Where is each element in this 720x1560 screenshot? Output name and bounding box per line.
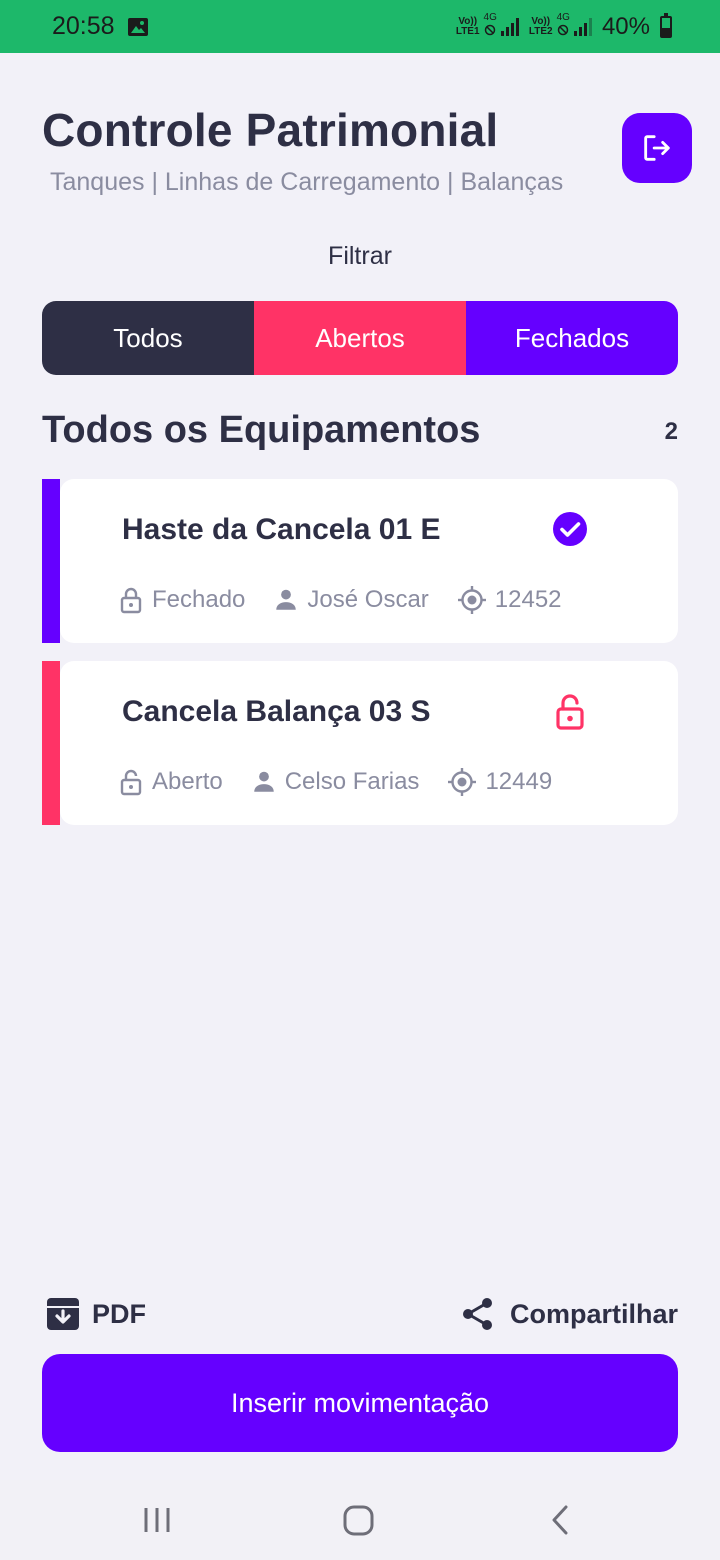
pdf-button[interactable]: PDF — [46, 1296, 146, 1332]
sim1-network-type: 4G — [483, 11, 497, 23]
sim2-indicator: Vo)) LTE2 4G — [528, 11, 592, 41]
filter-tab-fechados[interactable]: Fechados — [466, 301, 678, 375]
filter-bar: Todos Abertos Fechados — [42, 301, 678, 375]
person-icon — [276, 589, 297, 610]
meta-status: Fechado — [118, 586, 245, 614]
card-accent-bar — [42, 479, 60, 643]
equipment-name: Haste da Cancela 01 E — [122, 513, 441, 546]
equipment-code: 12452 — [494, 586, 562, 613]
equipment-card[interactable]: Cancela Balança 03 S Aberto Celso Farias… — [42, 661, 678, 825]
share-icon — [462, 1298, 492, 1330]
card-accent-bar — [42, 661, 60, 825]
pdf-label: PDF — [92, 1298, 146, 1329]
card-body: Cancela Balança 03 S Aberto Celso Farias… — [60, 661, 678, 825]
filter-label: Filtrar — [328, 242, 392, 270]
sim2-network-type: 4G — [556, 11, 570, 23]
status-left: 20:58 — [52, 12, 149, 41]
home-icon[interactable] — [342, 1504, 376, 1538]
battery-percent: 40% — [601, 12, 650, 40]
status-time: 20:58 — [52, 12, 115, 40]
status-bar: 20:58 Vo)) LTE1 4G Vo)) LTE2 4G 40% — [0, 0, 720, 53]
back-icon[interactable] — [548, 1504, 574, 1536]
recent-apps-icon[interactable] — [142, 1504, 172, 1536]
filter-tab-todos[interactable]: Todos — [42, 301, 254, 375]
logout-icon — [644, 135, 670, 161]
meta-status: Aberto — [118, 768, 223, 796]
equipment-user: José Oscar — [307, 586, 429, 613]
card-meta: Aberto Celso Farias 12449 — [118, 767, 580, 797]
insert-movement-button[interactable]: Inserir movimentação — [42, 1354, 678, 1452]
lock-icon — [120, 587, 142, 614]
person-icon — [253, 771, 274, 792]
logout-button[interactable] — [622, 113, 692, 183]
equipment-card[interactable]: Haste da Cancela 01 E Fechado José Oscar — [42, 479, 678, 643]
share-label: Compartilhar — [509, 1298, 678, 1329]
sim2-volte-label: Vo)) — [531, 15, 551, 27]
sim2-lte-label: LTE2 — [528, 25, 553, 37]
meta-user: Celso Farias — [251, 768, 420, 796]
location-target-icon — [457, 586, 486, 614]
sim1-volte-label: Vo)) — [458, 15, 478, 27]
sim1-signal-icon — [500, 17, 519, 36]
meta-user: José Oscar — [273, 586, 429, 614]
card-meta: Fechado José Oscar 12452 — [118, 585, 590, 615]
gallery-notification-icon — [127, 17, 148, 36]
equipment-user: Celso Farias — [284, 768, 420, 795]
archive-download-icon — [47, 1298, 79, 1330]
card-body: Haste da Cancela 01 E Fechado José Oscar — [60, 479, 678, 643]
system-nav-bar — [0, 1480, 720, 1560]
meta-code: 12452 — [457, 585, 562, 615]
unlock-icon — [120, 769, 142, 796]
battery-fill — [662, 28, 670, 36]
unlock-icon — [556, 694, 584, 730]
battery-icon — [660, 12, 672, 38]
equipment-name: Cancela Balança 03 S — [122, 695, 431, 728]
data-off-icon — [484, 24, 495, 35]
status-right: Vo)) LTE1 4G Vo)) LTE2 4G 40% — [455, 11, 672, 41]
equipment-status-text: Fechado — [152, 586, 246, 613]
page-title: Controle Patrimonial — [42, 104, 499, 156]
data-off-icon — [557, 24, 568, 35]
check-circle-icon — [553, 512, 587, 546]
sim1-lte-label: LTE1 — [455, 25, 480, 37]
page-subtitle: Tanques | Linhas de Carregamento | Balan… — [50, 168, 564, 196]
sim2-signal-icon — [573, 17, 592, 36]
share-button[interactable]: Compartilhar — [460, 1296, 678, 1332]
equipment-status-text: Aberto — [152, 768, 223, 795]
meta-code: 12449 — [447, 767, 552, 797]
equipment-count: 2 — [664, 418, 678, 445]
section-title: Todos os Equipamentos — [42, 409, 481, 451]
sim1-indicator: Vo)) LTE1 4G — [455, 11, 519, 41]
equipment-code: 12449 — [485, 768, 553, 795]
location-target-icon — [448, 768, 477, 796]
filter-tab-abertos[interactable]: Abertos — [254, 301, 466, 375]
